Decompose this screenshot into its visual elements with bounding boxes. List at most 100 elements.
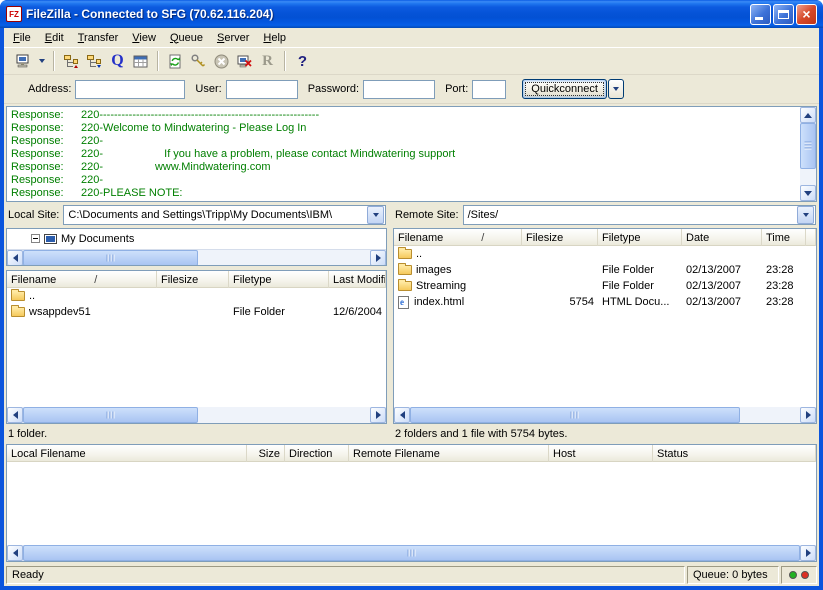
local-list-scrollbar[interactable] [7,407,386,423]
toggle-queue-button[interactable]: Q [106,50,129,73]
file-row-index-html[interactable]: index.html 5754 HTML Docu... 02/13/2007 … [394,294,816,310]
arrow-down-icon [804,191,812,196]
scroll-thumb[interactable] [23,407,198,423]
column-size[interactable]: Size [247,445,285,462]
user-input[interactable] [226,80,298,99]
scroll-thumb[interactable] [23,250,198,266]
file-row-wsappdev51[interactable]: wsappdev51 File Folder 12/6/2004 [7,304,386,320]
scroll-thumb[interactable] [800,123,816,169]
column-host[interactable]: Host [549,445,653,462]
column-filesize[interactable]: Filesize [157,271,229,288]
remote-site-label: Remote Site: [395,209,459,221]
scroll-right-button[interactable] [800,407,816,423]
disconnect-button[interactable] [233,50,256,73]
column-last-modified[interactable]: Last Modified [329,271,386,288]
menu-server[interactable]: Server [210,30,256,46]
toolbar-separator [53,51,55,71]
menu-edit[interactable]: Edit [38,30,71,46]
column-local-filename[interactable]: Local Filename [7,445,247,462]
column-filename[interactable]: Filename/ [7,271,157,288]
file-row-streaming[interactable]: Streaming File Folder 02/13/2007 23:28 [394,278,816,294]
local-site-dropdown[interactable] [367,206,384,224]
refresh-button[interactable] [164,50,187,73]
menu-view[interactable]: View [125,30,163,46]
queue-list[interactable] [7,462,816,545]
remote-site-dropdown[interactable] [797,206,814,224]
scroll-down-button[interactable] [800,185,816,201]
menu-queue[interactable]: Queue [163,30,210,46]
scroll-right-button[interactable] [370,250,386,266]
log-line: Response:220- [11,174,799,187]
site-manager-dropdown[interactable] [35,50,48,73]
scroll-thumb[interactable] [410,407,740,423]
column-filetype[interactable]: Filetype [229,271,329,288]
file-row-parent-dir[interactable]: .. [394,246,816,262]
quickconnect-button[interactable]: Quickconnect [522,79,607,99]
file-row-images[interactable]: images File Folder 02/13/2007 23:28 [394,262,816,278]
site-manager-button[interactable] [12,50,35,73]
key-button[interactable] [187,50,210,73]
remote-list-scrollbar[interactable] [394,407,816,423]
column-direction[interactable]: Direction [285,445,349,462]
quickconnect-dropdown[interactable] [608,79,624,99]
maximize-button[interactable] [773,4,794,25]
title-bar[interactable]: FZ FileZilla - Connected to SFG (70.62.1… [0,0,823,28]
sort-indicator-icon: / [94,274,97,286]
column-status[interactable]: Status [653,445,816,462]
remote-list-header: Filename/ Filesize Filetype Date Time [394,229,816,246]
log-line: Response:220- www.Mindwatering.com [11,161,799,174]
column-filetype[interactable]: Filetype [598,229,682,246]
local-list-header: Filename/ Filesize Filetype Last Modifie… [7,271,386,288]
help-button[interactable]: ? [291,50,314,73]
local-list-rows: .. wsappdev51 File Folder 12/6/2004 [7,288,386,320]
client-area: File Edit Transfer View Queue Server Hel… [4,28,819,586]
column-remote-filename[interactable]: Remote Filename [349,445,549,462]
folder-icon [398,265,412,275]
window-title: FileZilla - Connected to SFG (70.62.116.… [26,7,748,21]
local-site-label: Local Site: [8,209,59,221]
local-tree-scrollbar[interactable] [7,249,386,265]
toggle-local-tree-button[interactable] [60,50,83,73]
view-grid-button[interactable] [129,50,152,73]
arrow-right-icon [806,411,811,419]
queue-scrollbar[interactable] [7,545,816,561]
scroll-thumb[interactable] [23,545,800,561]
scroll-right-button[interactable] [370,407,386,423]
log-line: Response:220-PLEASE NOTE: [11,187,799,200]
address-input[interactable] [75,80,185,99]
password-input[interactable] [363,80,435,99]
log-lines: Response:220----------------------------… [7,107,799,201]
log-scrollbar[interactable] [800,107,816,201]
reconnect-button[interactable]: R [256,50,279,73]
scroll-left-button[interactable] [7,250,23,266]
menu-help[interactable]: Help [256,30,293,46]
scroll-up-button[interactable] [800,107,816,123]
close-button[interactable] [796,4,817,25]
minimize-button[interactable] [750,4,771,25]
scroll-left-button[interactable] [7,545,23,561]
tree-expander-icon[interactable] [31,234,40,243]
column-time[interactable]: Time [762,229,806,246]
queue-header: Local Filename Size Direction Remote Fil… [7,445,816,462]
scroll-left-button[interactable] [7,407,23,423]
column-clipped[interactable] [806,229,816,246]
port-input[interactable] [472,80,506,99]
menu-file[interactable]: File [6,30,38,46]
scroll-left-button[interactable] [394,407,410,423]
local-site-combo[interactable]: C:\Documents and Settings\Tripp\My Docum… [63,205,386,225]
remote-site-combo[interactable]: /Sites/ [463,205,816,225]
menu-transfer[interactable]: Transfer [71,30,126,46]
column-filename[interactable]: Filename/ [394,229,522,246]
arrow-right-icon [376,254,381,262]
local-directory-tree[interactable]: My Documents [6,228,387,266]
column-date[interactable]: Date [682,229,762,246]
folder-icon [11,307,25,317]
scroll-right-button[interactable] [800,545,816,561]
toggle-remote-tree-button[interactable] [83,50,106,73]
column-filesize[interactable]: Filesize [522,229,598,246]
abort-button[interactable] [210,50,233,73]
maximize-icon [778,10,789,19]
file-row-parent-dir[interactable]: .. [7,288,386,304]
log-line: Response:220- [11,135,799,148]
tree-item-my-documents[interactable]: My Documents [7,229,386,248]
